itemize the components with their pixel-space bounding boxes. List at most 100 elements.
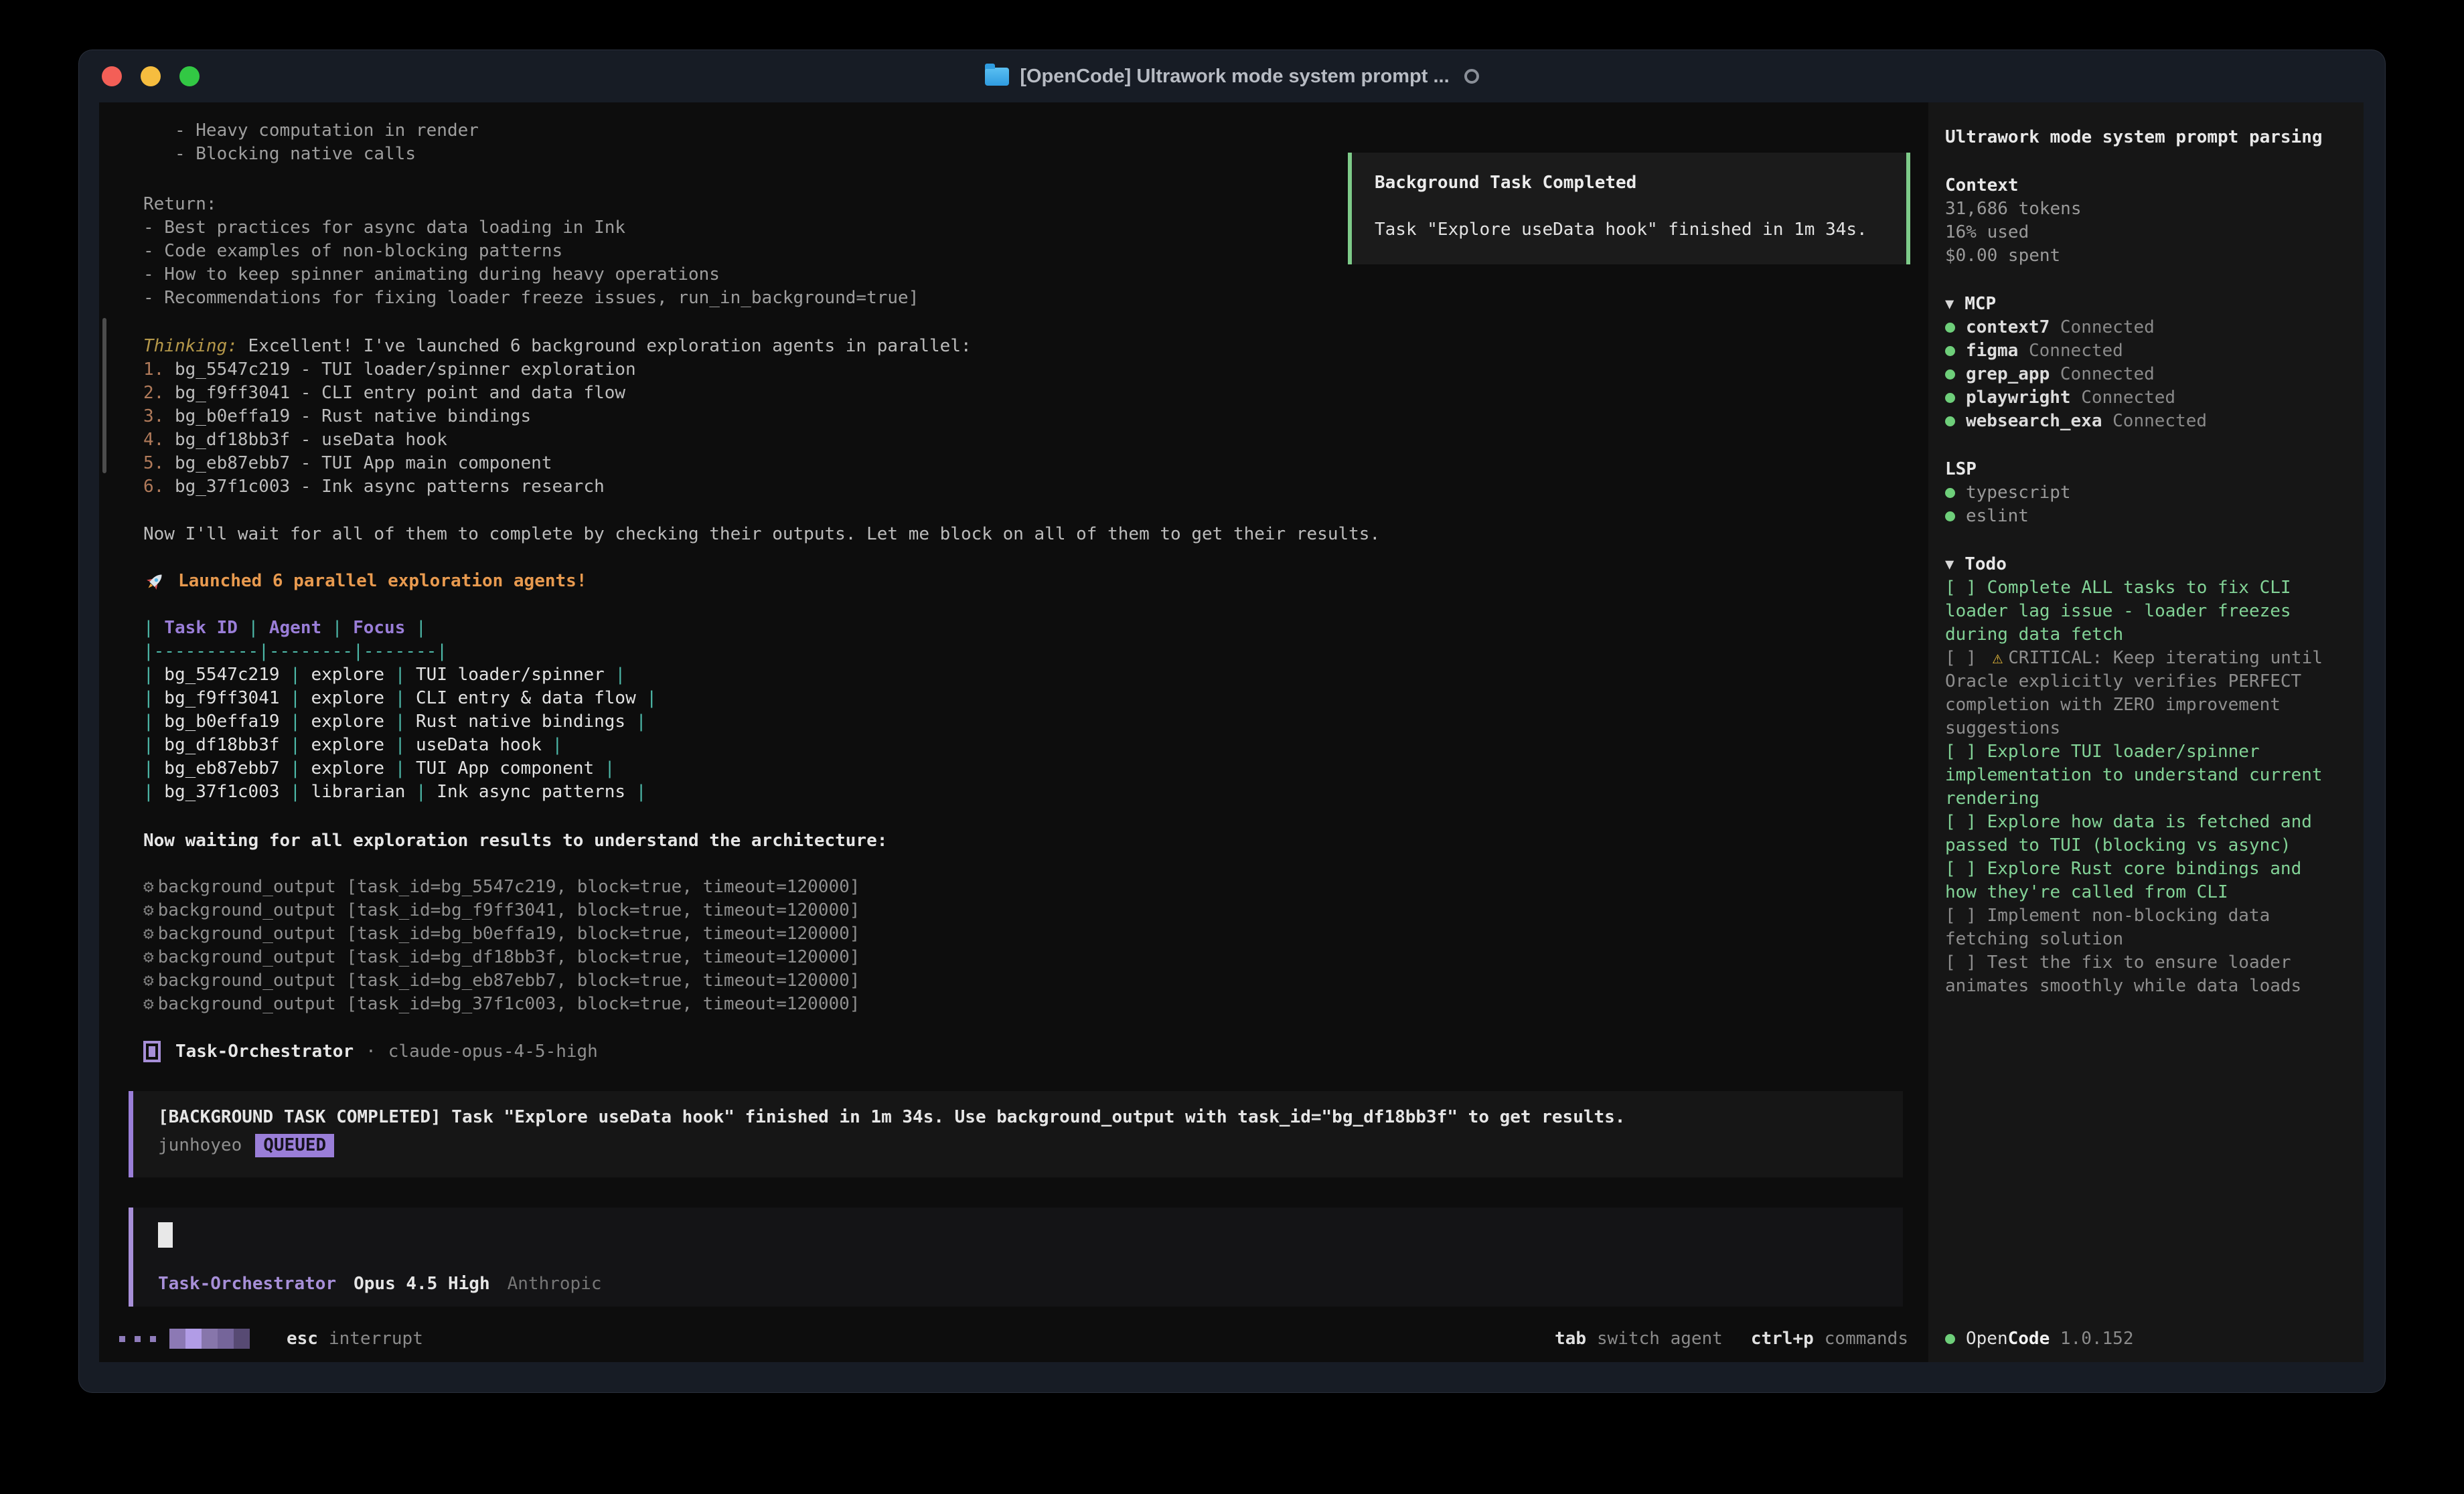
table-header: | Task ID | Agent | Focus | [114, 616, 1908, 640]
folder-icon [985, 68, 1009, 86]
launch-text: Launched 6 parallel exploration agents! [178, 570, 587, 593]
close-button[interactable] [102, 66, 122, 86]
waiting-text: Now waiting for all exploration results … [114, 829, 1908, 853]
todo-item: [ ] Explore TUI loader/spinner implement… [1945, 740, 2327, 811]
input-provider: Anthropic [508, 1272, 602, 1296]
context-used: 16% used [1945, 221, 2327, 244]
todo-item: [ ] Complete ALL tasks to fix CLI loader… [1945, 576, 2327, 647]
app-name: Open [1966, 1329, 2008, 1349]
tab-key-hint[interactable]: tab [1555, 1329, 1586, 1349]
dot-separator: · [366, 1042, 376, 1062]
checkbox-icon: [ ] [1945, 859, 1987, 879]
table-row: | bg_df18bb3f | explore | useData hook | [114, 734, 1908, 757]
mcp-item: figma Connected [1945, 339, 2327, 363]
esc-key-hint[interactable]: esc [287, 1329, 318, 1349]
thinking-label: Thinking: [143, 336, 238, 356]
gear-icon: ⚙ [143, 900, 154, 920]
checkbox-icon: [ ] [1945, 812, 1987, 832]
output-line: - Heavy computation in render [114, 119, 1908, 143]
scrollbar-thumb[interactable] [102, 318, 106, 473]
gear-icon: ⚙ [143, 994, 154, 1014]
status-dot-icon [1945, 346, 1955, 356]
gear-icon: ⚙ [143, 947, 154, 967]
table-row: | bg_5547c219 | explore | TUI loader/spi… [114, 663, 1908, 687]
message-text: [BACKGROUND TASK COMPLETED] Task "Explor… [158, 1106, 1883, 1129]
tool-call-line: ⚙background_output [task_id=bg_b0effa19,… [114, 922, 1908, 946]
lsp-item: eslint [1945, 505, 2327, 528]
todo-section-toggle[interactable]: ▼Todo [1945, 553, 2327, 576]
toast-title: Background Task Completed [1375, 171, 1883, 195]
chevron-down-icon: ▼ [1945, 293, 1954, 316]
progress-ring-icon [1464, 69, 1479, 84]
esc-key-label: interrupt [329, 1329, 423, 1349]
status-dot-icon [1945, 511, 1955, 521]
zoom-button[interactable] [179, 66, 200, 86]
chevron-down-icon: ▼ [1945, 553, 1954, 576]
table-row: | bg_eb87ebb7 | explore | TUI App compon… [114, 757, 1908, 780]
warning-icon: ⚠ [1993, 648, 2003, 668]
thinking-item: 5. bg_eb87ebb7 - TUI App main component [114, 452, 1908, 475]
ctrlp-key-label: commands [1825, 1329, 1908, 1349]
tool-call-line: ⚙background_output [task_id=bg_5547c219,… [114, 876, 1908, 899]
status-dot-icon [1945, 393, 1955, 403]
app-version-footer: OpenCode 1.0.152 [1945, 1315, 2327, 1362]
table-row: | bg_37f1c003 | librarian | Ink async pa… [114, 780, 1908, 804]
status-dot-icon [1945, 323, 1955, 333]
input-agent[interactable]: Task-Orchestrator [158, 1272, 336, 1296]
checkbox-icon: [ ] [1945, 578, 1987, 598]
gear-icon: ⚙ [143, 971, 154, 991]
mcp-section-toggle[interactable]: ▼MCP [1945, 293, 2327, 316]
input-model[interactable]: Opus 4.5 High [354, 1272, 490, 1296]
mcp-item: context7 Connected [1945, 316, 2327, 339]
app-version: 1.0.152 [2060, 1329, 2134, 1349]
rocket-icon [143, 570, 169, 593]
lsp-heading: LSP [1945, 458, 2327, 481]
todo-item: [ ] ⚠CRITICAL: Keep iterating until Orac… [1945, 647, 2327, 740]
todo-item: [ ] Explore how data is fetched and pass… [1945, 811, 2327, 857]
terminal-output: - Heavy computation in render - Blocking… [99, 102, 1928, 1315]
background-task-message: [BACKGROUND TASK COMPLETED] Task "Explor… [129, 1091, 1903, 1177]
table-row: | bg_f9ff3041 | explore | CLI entry & da… [114, 687, 1908, 710]
sidebar: Ultrawork mode system prompt parsing Con… [1928, 102, 2364, 1362]
checkbox-icon: [ ] [1945, 648, 1987, 668]
table-separator: |----------|--------|-------| [114, 640, 1908, 663]
tool-call-line: ⚙background_output [task_id=bg_37f1c003,… [114, 993, 1908, 1016]
thinking-item: 6. bg_37f1c003 - Ink async patterns rese… [114, 475, 1908, 499]
status-badge: QUEUED [255, 1134, 334, 1157]
todo-item: [ ] Implement non-blocking data fetching… [1945, 904, 2327, 951]
gear-icon: ⚙ [143, 877, 154, 897]
output-line: - Recommendations for fixing loader free… [114, 286, 1908, 310]
titlebar: [OpenCode] Ultrawork mode system prompt … [79, 50, 2385, 102]
checkbox-icon: [ ] [1945, 742, 1987, 762]
mcp-item: playwright Connected [1945, 386, 2327, 410]
lsp-item: typescript [1945, 481, 2327, 505]
session-title: Ultrawork mode system prompt parsing [1945, 126, 2327, 149]
tab-key-label: switch agent [1597, 1329, 1723, 1349]
mcp-item: websearch_exa Connected [1945, 410, 2327, 433]
ctrlp-key-hint[interactable]: ctrl+p [1751, 1329, 1814, 1349]
prompt-input[interactable]: Task-Orchestrator Opus 4.5 High Anthropi… [129, 1208, 1903, 1307]
context-spent: $0.00 spent [1945, 244, 2327, 268]
context-heading: Context [1945, 174, 2327, 197]
status-dot-icon [1945, 1334, 1955, 1344]
thinking-item: 4. bg_df18bb3f - useData hook [114, 428, 1908, 452]
wait-text: Now I'll wait for all of them to complet… [114, 523, 1908, 546]
chat-pane: - Heavy computation in render - Blocking… [99, 102, 1928, 1362]
status-dot-icon [1945, 416, 1955, 426]
context-tokens: 31,686 tokens [1945, 197, 2327, 221]
agent-model: claude-opus-4-5-high [388, 1042, 598, 1062]
agent-attribution: Task-Orchestrator · claude-opus-4-5-high [114, 1038, 1908, 1065]
table-row: | bg_b0effa19 | explore | Rust native bi… [114, 710, 1908, 734]
window-title: [OpenCode] Ultrawork mode system prompt … [1020, 66, 1449, 88]
app-window: [OpenCode] Ultrawork mode system prompt … [79, 50, 2385, 1392]
mcp-item: grep_app Connected [1945, 363, 2327, 386]
minimize-button[interactable] [141, 66, 161, 86]
tool-call-line: ⚙background_output [task_id=bg_eb87ebb7,… [114, 969, 1908, 993]
gear-icon: ⚙ [143, 924, 154, 944]
launch-banner: Launched 6 parallel exploration agents! [114, 570, 1908, 593]
thinking-item: 2. bg_f9ff3041 - CLI entry point and dat… [114, 382, 1908, 405]
loading-spinner [119, 1329, 250, 1349]
text-cursor [158, 1222, 173, 1248]
output-line: - How to keep spinner animating during h… [114, 263, 1908, 286]
checkbox-icon: [ ] [1945, 952, 1987, 973]
